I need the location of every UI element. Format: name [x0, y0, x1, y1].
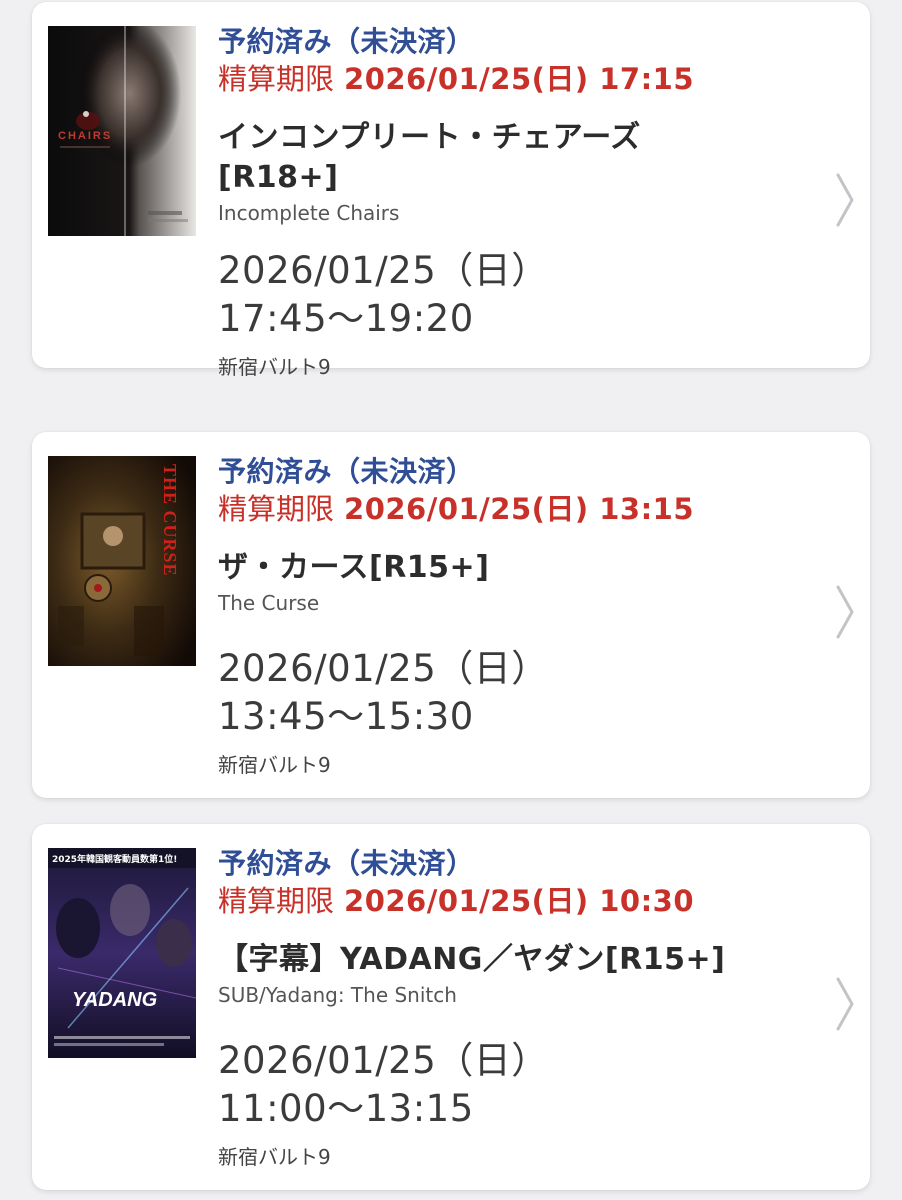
movie-subtitle: SUB/Yadang: The Snitch [218, 983, 457, 1007]
movie-poster: CHAIRS [48, 26, 196, 236]
reservation-status: 予約済み（未決済） [218, 455, 475, 488]
poster-title-text: CHAIRS [58, 130, 112, 142]
payment-deadline: 精算期限 2026/01/25(日) 17:15 [218, 60, 818, 98]
showing-time: 17:45〜19:20 [218, 297, 474, 340]
deadline-value: 2026/01/25(日) 13:15 [344, 492, 695, 526]
reservation-info: 予約済み（未決済） 精算期限 2026/01/25(日) 10:30 【字幕】YA… [218, 846, 818, 1171]
theater-name: 新宿バルト9 [218, 355, 331, 379]
showing-date: 2026/01/25（日） [218, 249, 549, 292]
deadline-label: 精算期限 [218, 62, 335, 96]
chevron-right-icon[interactable] [834, 976, 856, 1032]
reservation-info: 予約済み（未決済） 精算期限 2026/01/25(日) 17:15 インコンプリ… [218, 24, 818, 381]
deadline-label: 精算期限 [218, 884, 335, 918]
reservation-card[interactable]: 2025年韓国観客動員数第1位! YADANG 予約済み（未決済） 精算期限 20… [32, 824, 870, 1190]
showing-date: 2026/01/25（日） [218, 647, 549, 690]
deadline-label: 精算期限 [218, 492, 335, 526]
movie-title: 【字幕】YADANG／ヤダン[R15+] [218, 942, 726, 977]
reservation-card[interactable]: THE CURSE 予約済み（未決済） 精算期限 2026/01/25(日) 13… [32, 432, 870, 798]
showing-time: 11:00〜13:15 [218, 1087, 474, 1130]
chevron-right-icon[interactable] [834, 172, 856, 228]
movie-poster: THE CURSE [48, 456, 196, 666]
showing-date: 2026/01/25（日） [218, 1039, 549, 1082]
movie-poster: 2025年韓国観客動員数第1位! YADANG [48, 848, 196, 1058]
movie-title: ザ・カース[R15+] [218, 550, 490, 585]
movie-subtitle: Incomplete Chairs [218, 201, 400, 225]
movie-subtitle: The Curse [218, 591, 320, 615]
payment-deadline: 精算期限 2026/01/25(日) 13:15 [218, 490, 818, 528]
reservation-status: 予約済み（未決済） [218, 847, 475, 880]
theater-name: 新宿バルト9 [218, 753, 331, 777]
theater-name: 新宿バルト9 [218, 1145, 331, 1169]
reservation-status: 予約済み（未決済） [218, 25, 475, 58]
reservation-card[interactable]: CHAIRS 予約済み（未決済） 精算期限 2026/01/25(日) 17:15… [32, 2, 870, 379]
poster-title-text: YADANG [72, 989, 157, 1011]
reservation-info: 予約済み（未決済） 精算期限 2026/01/25(日) 13:15 ザ・カース[… [218, 454, 818, 779]
poster-title-text: THE CURSE [160, 464, 180, 577]
chevron-right-icon[interactable] [834, 584, 856, 640]
payment-deadline: 精算期限 2026/01/25(日) 10:30 [218, 882, 818, 920]
showing-time: 13:45〜15:30 [218, 695, 474, 738]
movie-title: インコンプリート・チェアーズ[R18+] [218, 120, 641, 195]
deadline-value: 2026/01/25(日) 10:30 [344, 884, 695, 918]
poster-banner-text: 2025年韓国観客動員数第1位! [52, 853, 177, 865]
deadline-value: 2026/01/25(日) 17:15 [344, 62, 695, 96]
